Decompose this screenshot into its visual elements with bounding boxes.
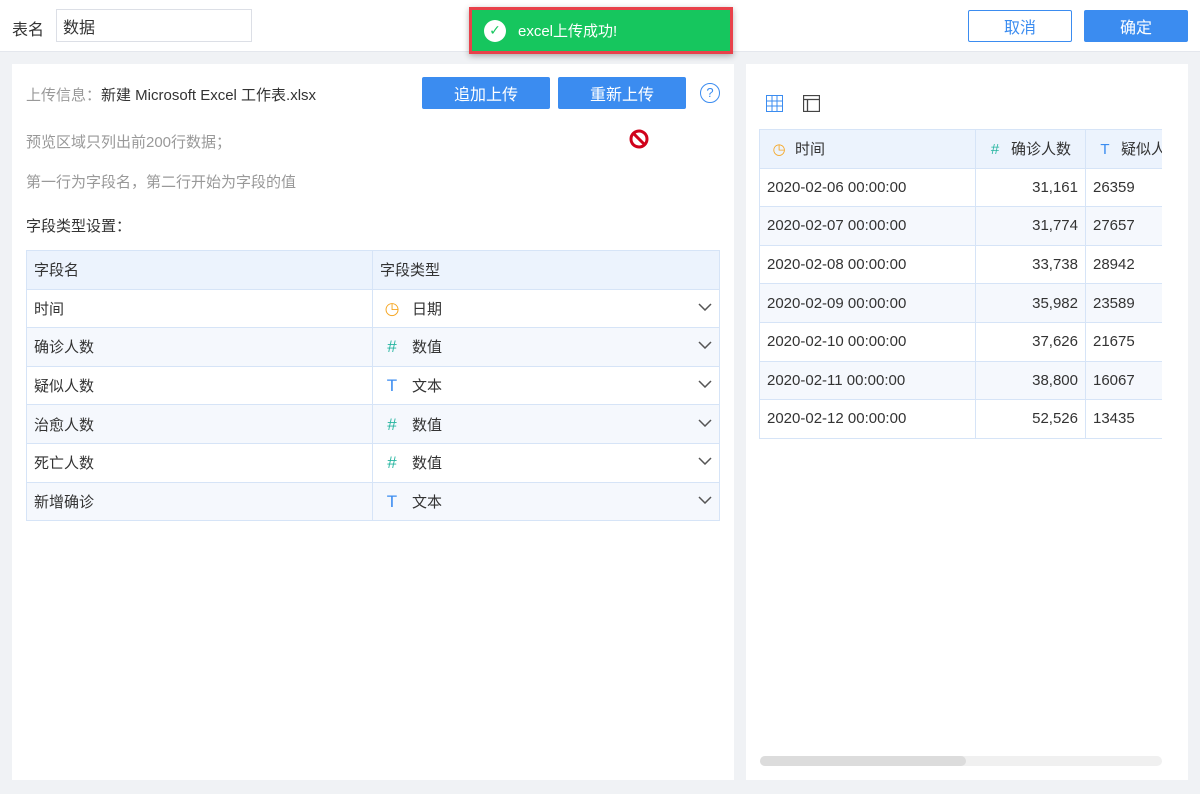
cell-confirmed: 31,161 <box>975 167 1086 208</box>
cancel-button[interactable]: 取消 <box>968 10 1072 42</box>
number-icon: # <box>990 141 1000 159</box>
field-type-value: 数值 <box>412 416 443 434</box>
cell-suspected: 16067 <box>1085 360 1162 401</box>
field-row: 时间 ◷ 日期 <box>26 288 720 329</box>
chevron-down-icon[interactable] <box>698 336 712 353</box>
column-header-confirmed: # 确诊人数 <box>975 129 1086 169</box>
table-name-input[interactable] <box>56 9 252 42</box>
field-type-select[interactable]: # 数值 <box>372 404 720 444</box>
table-row: 2020-02-07 00:00:00 31,774 27657 <box>759 206 1162 246</box>
table-row: 2020-02-12 00:00:00 52,526 13435 <box>759 399 1162 439</box>
cell-confirmed: 52,526 <box>975 399 1086 439</box>
help-icon[interactable]: ? <box>700 83 720 103</box>
column-header: 字段类型 <box>372 250 720 290</box>
table-row: 2020-02-09 00:00:00 35,982 23589 <box>759 283 1162 323</box>
clock-icon: ◷ <box>384 298 400 318</box>
field-type-value: 数值 <box>412 339 443 357</box>
table-row: 2020-02-10 00:00:00 37,626 21675 <box>759 321 1162 362</box>
column-header-suspected: T疑似人数 <box>1085 129 1162 169</box>
grid-view-icon[interactable] <box>766 95 783 112</box>
field-row: 死亡人数 # 数值 <box>26 442 720 483</box>
table-row: 2020-02-11 00:00:00 38,800 16067 <box>759 360 1162 401</box>
preview-note: 预览区域只列出前200行数据； <box>26 134 232 151</box>
append-upload-button[interactable]: 追加上传 <box>422 77 550 109</box>
cell-confirmed: 38,800 <box>975 360 1086 401</box>
text-icon: T <box>1100 141 1110 159</box>
chevron-down-icon[interactable] <box>698 491 712 508</box>
upload-panel: 上传信息：新建 Microsoft Excel 工作表.xlsx 追加上传 重新… <box>12 64 734 780</box>
cell-time: 2020-02-12 00:00:00 <box>759 399 976 439</box>
check-circle-icon: ✓ <box>484 19 506 42</box>
field-type-value: 数值 <box>412 455 443 473</box>
field-name: 时间 <box>26 288 373 329</box>
cell-suspected: 23589 <box>1085 283 1162 323</box>
field-type-value: 日期 <box>412 300 443 318</box>
field-type-table: 字段名 字段类型 时间 ◷ 日期 确诊人数 # 数值 疑似人数 T 文本 治愈人数 # 数值 死亡… <box>26 250 720 522</box>
field-name: 治愈人数 <box>26 404 373 444</box>
reupload-button[interactable]: 重新上传 <box>558 77 686 109</box>
cell-suspected: 21675 <box>1085 321 1162 362</box>
number-icon: # <box>387 414 397 434</box>
field-row: 治愈人数 # 数值 <box>26 404 720 444</box>
chevron-down-icon[interactable] <box>698 298 712 315</box>
clock-icon: ◷ <box>772 141 786 159</box>
cell-confirmed: 37,626 <box>975 321 1086 362</box>
chevron-down-icon[interactable] <box>698 375 712 392</box>
table-row: 2020-02-08 00:00:00 33,738 28942 <box>759 244 1162 285</box>
number-icon: # <box>387 453 397 473</box>
field-type-select[interactable]: # 数值 <box>372 327 720 367</box>
cell-time: 2020-02-10 00:00:00 <box>759 321 976 362</box>
upload-info-label: 上传信息： <box>26 87 102 104</box>
file-name: 新建 Microsoft Excel 工作表.xlsx <box>101 87 317 104</box>
field-name: 新增确诊 <box>26 481 373 522</box>
field-type-select[interactable]: T 文本 <box>372 365 720 406</box>
cell-confirmed: 31,774 <box>975 206 1086 246</box>
preview-table: ◷时间 #确诊人数 T疑似人数 2020-02-06 00:00:0031,16… <box>759 129 1162 439</box>
table-name-label: 表名 <box>12 22 45 39</box>
not-allowed-cursor-icon <box>629 129 649 149</box>
cell-confirmed: 35,982 <box>975 283 1086 323</box>
field-row: 新增确诊 T 文本 <box>26 481 720 522</box>
cell-time: 2020-02-07 00:00:00 <box>759 206 976 246</box>
success-toast: ✓ excel上传成功! <box>469 7 733 54</box>
cell-suspected: 27657 <box>1085 206 1162 246</box>
field-name: 确诊人数 <box>26 327 373 367</box>
table-row: 2020-02-06 00:00:00 31,161 26359 <box>759 167 1162 208</box>
field-row: 确诊人数 # 数值 <box>26 327 720 367</box>
scrollbar-thumb[interactable] <box>760 756 966 766</box>
chevron-down-icon[interactable] <box>698 414 712 431</box>
upload-info: 上传信息：新建 Microsoft Excel 工作表.xlsx <box>26 84 316 105</box>
cell-time: 2020-02-09 00:00:00 <box>759 283 976 323</box>
header-row-note: 第一行为字段名，第二行开始为字段的值 <box>26 174 297 191</box>
number-icon: # <box>387 337 397 357</box>
horizontal-scrollbar[interactable] <box>760 756 1162 766</box>
field-type-value: 文本 <box>412 493 443 511</box>
field-type-select[interactable]: ◷ 日期 <box>372 288 720 329</box>
field-type-select[interactable]: # 数值 <box>372 442 720 483</box>
chevron-down-icon[interactable] <box>698 452 712 469</box>
cell-suspected: 13435 <box>1085 399 1162 439</box>
field-type-select[interactable]: T 文本 <box>372 481 720 522</box>
cell-time: 2020-02-08 00:00:00 <box>759 244 976 285</box>
layout-view-icon[interactable] <box>803 95 820 112</box>
field-settings-title: 字段类型设置： <box>26 218 132 235</box>
cell-suspected: 28942 <box>1085 244 1162 285</box>
text-icon: T <box>386 491 398 511</box>
preview-panel: ◷时间 #确诊人数 T疑似人数 2020-02-06 00:00:0031,16… <box>746 64 1188 780</box>
confirm-button[interactable]: 确定 <box>1084 10 1188 42</box>
cell-confirmed: 33,738 <box>975 244 1086 285</box>
cell-time: 2020-02-11 00:00:00 <box>759 360 976 401</box>
field-name: 疑似人数 <box>26 365 373 406</box>
field-row: 疑似人数 T 文本 <box>26 365 720 406</box>
field-name: 死亡人数 <box>26 442 373 483</box>
toast-message: excel上传成功! <box>518 23 618 40</box>
cell-suspected: 26359 <box>1085 167 1162 208</box>
text-icon: T <box>386 376 398 396</box>
column-header-time: ◷ 时间 <box>759 129 976 169</box>
column-header: 字段名 <box>26 250 373 290</box>
field-type-value: 文本 <box>412 378 443 396</box>
cell-time: 2020-02-06 00:00:00 <box>759 167 976 208</box>
